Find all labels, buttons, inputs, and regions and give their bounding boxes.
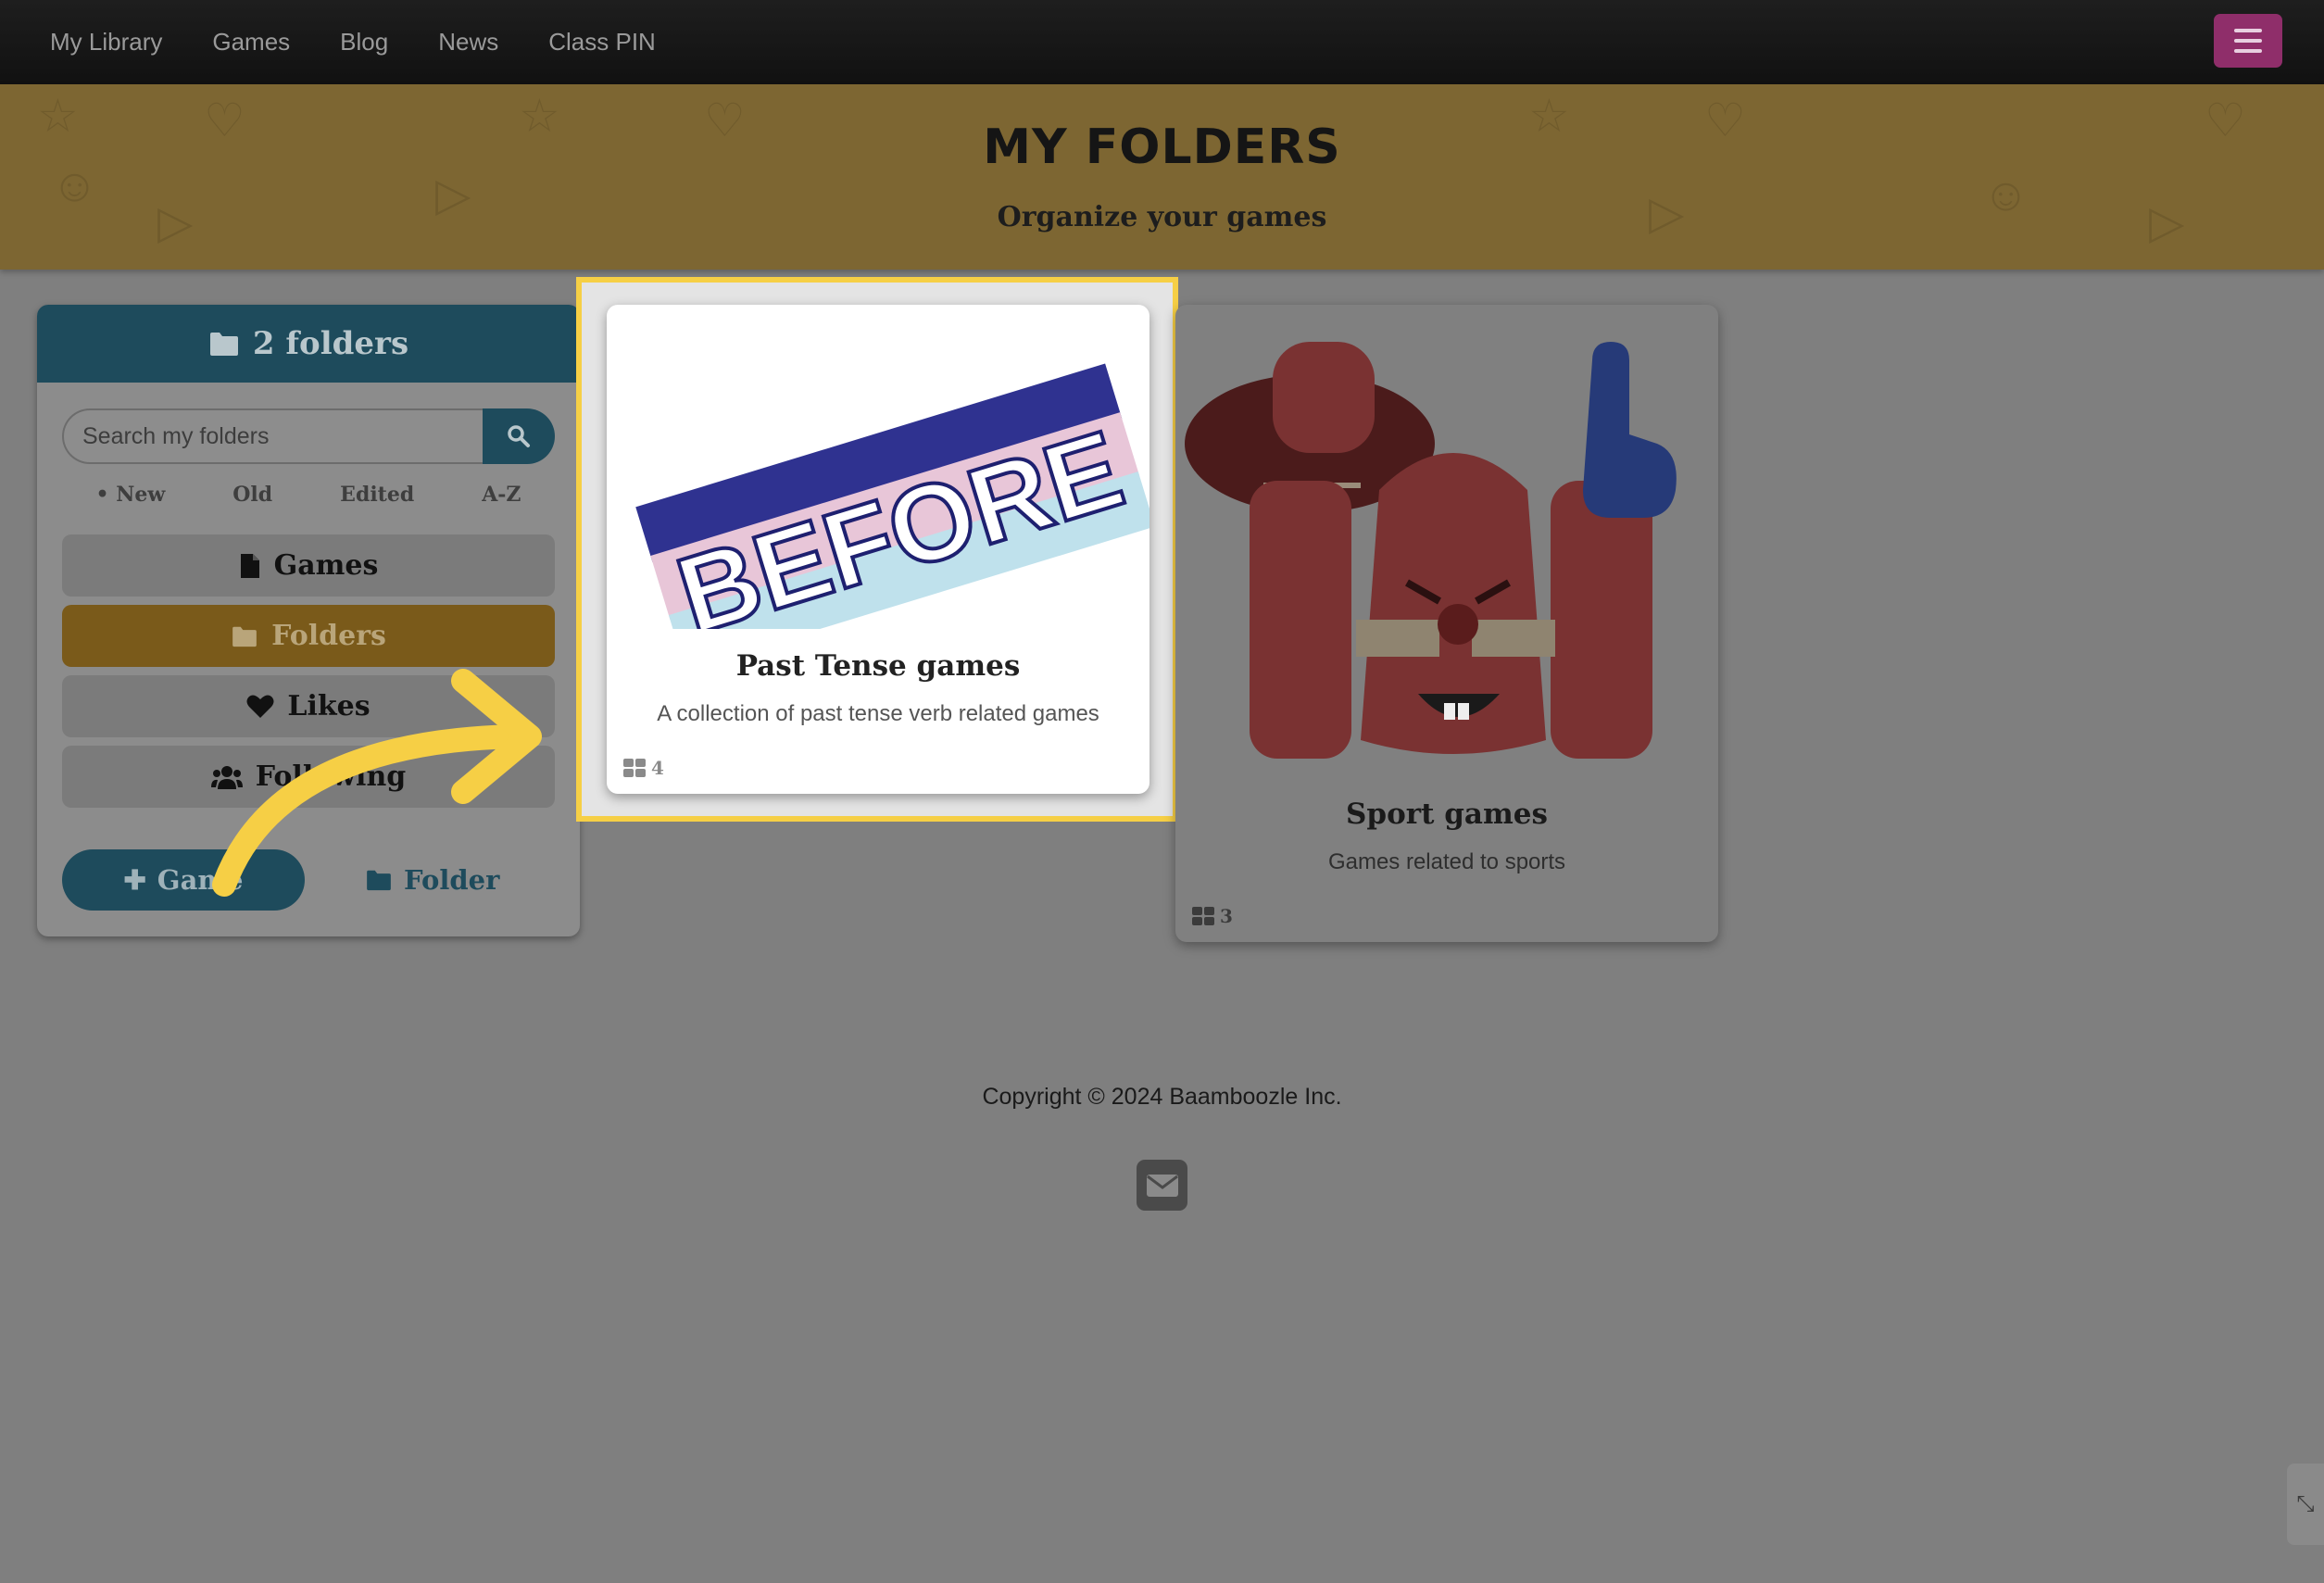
users-icon <box>210 765 243 789</box>
folder-icon <box>367 870 391 891</box>
plus-icon: ✚ <box>123 864 146 896</box>
filter-games-label: Games <box>273 549 379 582</box>
filter-following-button[interactable]: Following <box>62 746 555 808</box>
nav-news[interactable]: News <box>438 28 498 57</box>
search-icon <box>508 425 530 447</box>
folder-icon <box>232 626 257 647</box>
filter-games-button[interactable]: Games <box>62 534 555 597</box>
nav-blog[interactable]: Blog <box>340 28 388 57</box>
folders-sidebar: 2 folders • New Old Edited A-Z Games Fol… <box>37 305 580 936</box>
search-bar <box>62 408 555 464</box>
grid-icon <box>623 759 646 777</box>
search-button[interactable] <box>483 408 555 464</box>
sport-mascot-thumbnail <box>1185 342 1677 759</box>
folder-title: Sport games <box>1346 798 1548 831</box>
search-input[interactable] <box>62 408 483 464</box>
folder-description: A collection of past tense verb related … <box>657 701 1099 726</box>
filter-likes-label: Likes <box>287 690 371 722</box>
sidebar-header: 2 folders <box>37 305 580 383</box>
add-game-button[interactable]: ✚ Game <box>62 849 305 911</box>
page-banner: ☆ ♡ ☺ ▷ ☆ ♡ ▷ ☆ ♡ ▷ ☺ ♡ ▷ MY FOLDERS Org… <box>0 84 2324 270</box>
filter-folders-button[interactable]: Folders <box>62 605 555 667</box>
folder-title: Past Tense games <box>735 649 1021 683</box>
page-title: MY FOLDERS <box>983 119 1341 175</box>
sort-options: • New Old Edited A-Z <box>62 483 555 507</box>
sort-new[interactable]: • New <box>96 483 166 507</box>
hamburger-menu-icon[interactable] <box>2214 14 2282 68</box>
folder-description: Games related to sports <box>1327 849 1566 874</box>
nav-class-pin[interactable]: Class PIN <box>548 28 656 57</box>
grid-icon <box>1192 907 1214 925</box>
filter-likes-button[interactable]: Likes <box>62 675 555 737</box>
nav-my-library[interactable]: My Library <box>50 28 162 57</box>
collapse-icon: ⤡ <box>2296 1491 2315 1516</box>
add-folder-button[interactable]: Folder <box>365 849 499 911</box>
add-game-label: Game <box>157 864 244 896</box>
heart-icon <box>246 695 274 718</box>
game-count: 4 <box>623 757 664 779</box>
side-collapse-tab[interactable]: ⤡ <box>2287 1464 2324 1545</box>
nav-games[interactable]: Games <box>212 28 290 57</box>
footer-copyright: Copyright © 2024 Baamboozle Inc. <box>982 1084 1342 1110</box>
file-icon <box>240 553 259 578</box>
game-count-value: 4 <box>651 757 664 779</box>
before-thumbnail: BEFORE <box>635 363 1149 629</box>
envelope-icon <box>1146 1174 1178 1197</box>
sort-edited[interactable]: Edited <box>340 483 414 507</box>
folder-count-label: 2 folders <box>252 325 409 362</box>
folder-card-sport[interactable]: Sport games Games related to sports 3 <box>1175 305 1718 942</box>
filter-following-label: Following <box>255 760 407 793</box>
sort-a-z[interactable]: A-Z <box>482 483 521 507</box>
folder-icon <box>209 333 238 356</box>
email-button[interactable] <box>1137 1160 1187 1211</box>
sort-old[interactable]: Old <box>232 483 272 507</box>
add-folder-label: Folder <box>404 864 500 896</box>
game-count-value: 3 <box>1220 905 1233 927</box>
page-subtitle: Organize your games <box>997 201 1327 233</box>
filter-folders-label: Folders <box>271 620 386 652</box>
folder-card-past-tense[interactable]: BEFORE Past Tense games A collection of … <box>607 305 1149 794</box>
top-navbar: My Library Games Blog News Class PIN <box>0 0 2324 84</box>
game-count: 3 <box>1192 905 1233 927</box>
